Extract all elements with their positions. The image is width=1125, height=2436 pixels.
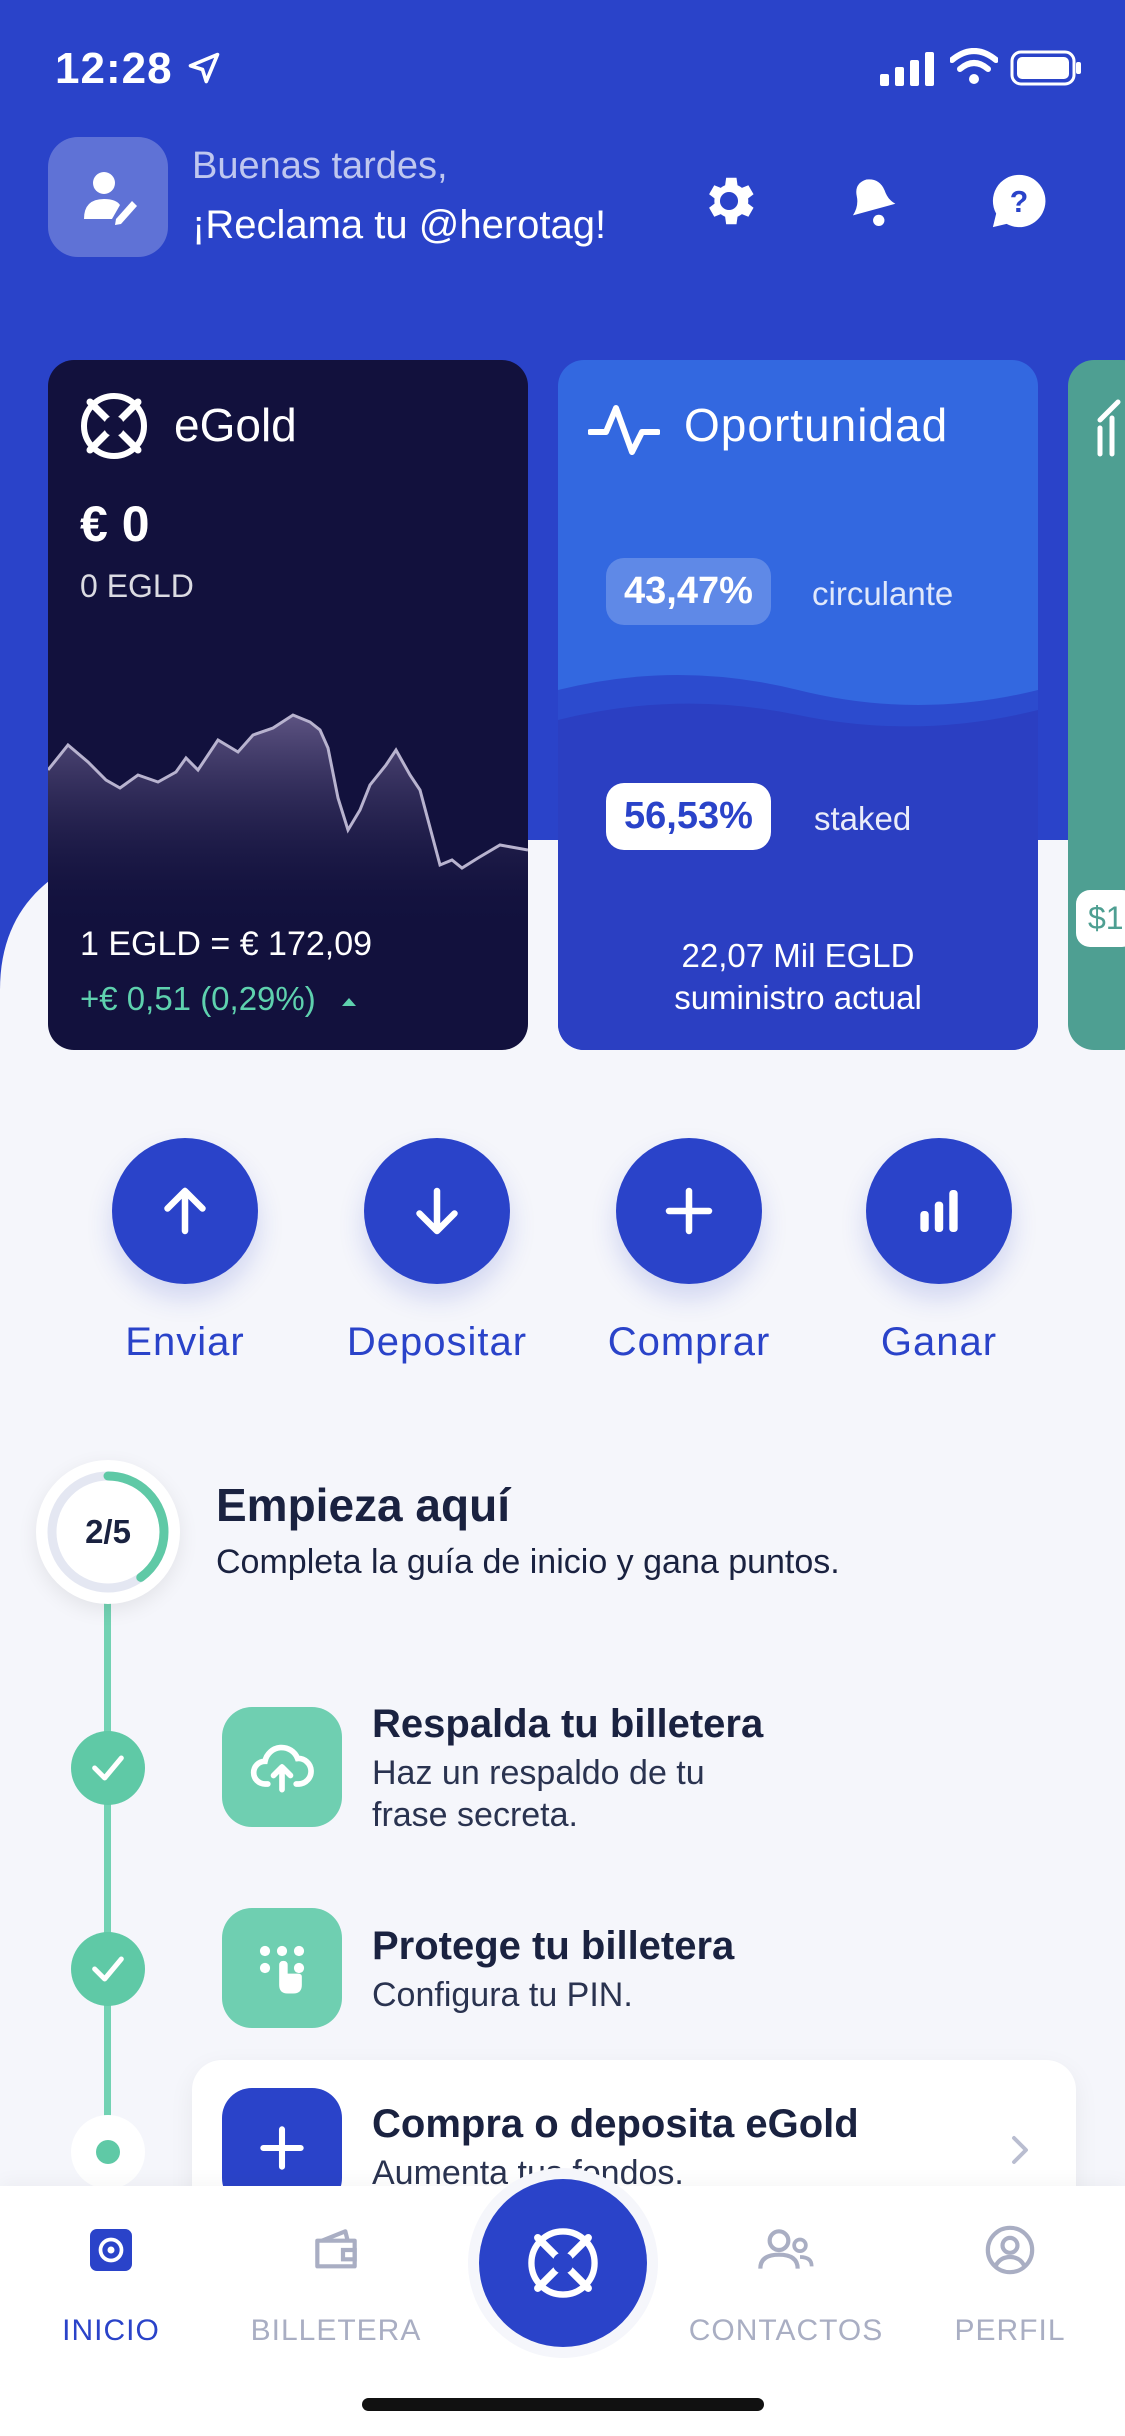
help-button[interactable]: ? [984,166,1054,236]
peek-value-badge: $1 [1076,890,1125,947]
home-indicator [362,2398,764,2411]
arrow-down-icon [416,1187,458,1235]
status-bar: 12:28 [0,0,1125,140]
activity-pulse-icon [588,405,660,455]
deposit-label[interactable]: Depositar [327,1320,547,1365]
egold-balance-token: 0 EGLD [80,568,194,604]
status-time: 12:28 [55,44,173,93]
tab-contactos-label: CONTACTOS [688,2314,884,2347]
buy-step-title: Compra o deposita eGold [372,2102,859,2146]
backup-step-desc-line2: frase secreta. [372,1796,578,1834]
tab-billetera[interactable]: BILLETERA [236,2214,436,2347]
checkmark-icon [92,1755,124,1781]
egold-balance-fiat: € 0 [80,496,150,552]
step-done-check [71,1932,145,2006]
pin-step-icon[interactable] [222,1908,342,2028]
buy-button[interactable] [616,1138,762,1284]
send-button[interactable] [112,1138,258,1284]
wallet-icon [315,2229,357,2269]
help-bubble-icon: ? [992,174,1046,228]
egold-card-title: eGold [174,399,297,451]
arrow-up-icon [164,1187,206,1235]
tab-inicio[interactable]: INICIO [11,2214,211,2347]
greeting-text: Buenas tardes, [192,145,448,187]
egold-price-change: +€ 0,51 (0,29%) [80,980,359,1018]
trend-up-icon [1097,399,1121,457]
guide-progress-text: 2/5 [85,1513,131,1550]
pin-step-title[interactable]: Protege tu billetera [372,1924,734,1969]
elrond-logo-icon [81,393,147,459]
backup-step-desc: Haz un respaldo de tu frase secreta. [372,1752,705,1836]
notifications-button[interactable] [836,166,906,236]
egold-price-change-text: +€ 0,51 (0,29%) [80,980,316,1017]
egold-price-chart [48,713,528,930]
backup-step-title[interactable]: Respalda tu billetera [372,1702,763,1747]
circulating-pct-badge: 43,47% [606,558,771,625]
plus-icon [665,1187,713,1235]
egold-price: 1 EGLD = € 172,09 [80,925,373,963]
claim-herotag-link[interactable]: ¡Reclama tu @herotag! [192,203,606,248]
opportunity-card[interactable]: Oportunidad 43,47% circulante 56,53% sta… [558,360,1038,1050]
backup-step-icon[interactable] [222,1707,342,1827]
safe-icon [90,2229,132,2271]
bell-icon [852,179,896,227]
send-label[interactable]: Enviar [75,1320,295,1365]
deposit-button[interactable] [364,1138,510,1284]
cellular-signal-icon [880,52,934,86]
earn-label[interactable]: Ganar [829,1320,1049,1365]
plus-icon [260,2126,304,2170]
tab-perfil-label: PERFIL [954,2314,1066,2347]
bar-chart-icon [920,1190,958,1232]
profile-icon [985,2225,1035,2275]
backup-step-desc-line1: Haz un respaldo de tu [372,1754,705,1792]
contacts-icon [758,2229,814,2269]
staked-label: staked [814,800,912,837]
settings-button[interactable] [694,166,764,236]
profile-avatar-button[interactable] [48,137,168,257]
buy-label[interactable]: Comprar [579,1320,799,1365]
center-egold-button[interactable] [479,2179,647,2347]
tab-inicio-label: INICIO [62,2314,160,2347]
triangle-up-icon [341,998,356,1006]
guide-progress-ring: 2/5 [36,1460,180,1604]
opportunity-card-title: Oportunidad [684,399,949,451]
supply-value: 22,07 Mil EGLD [681,937,915,974]
checkmark-icon [92,1956,124,1982]
battery-icon [1010,50,1081,86]
staked-pct-badge: 56,53% [606,783,771,850]
tab-contactos[interactable]: CONTACTOS [686,2214,886,2347]
elrond-logo-icon [528,2228,598,2298]
gear-icon [709,177,754,225]
supply-label: suministro actual [674,979,922,1016]
step-pending-marker [71,2115,145,2189]
cloud-upload-icon [250,1744,314,1793]
guide-timeline [104,1600,111,2150]
pin-step-desc: Configura tu PIN. [372,1976,633,2014]
center-action-wrap [468,2168,658,2358]
location-arrow-icon [188,52,220,84]
tab-perfil[interactable]: PERFIL [910,2214,1110,2347]
supply-info: 22,07 Mil EGLD suministro actual [558,935,1038,1019]
circulating-label: circulante [812,575,954,612]
next-card-peek[interactable]: $1 [1068,360,1125,1050]
chevron-right-icon [1012,2136,1028,2164]
step-pending-dot [96,2140,120,2164]
earn-button[interactable] [866,1138,1012,1284]
user-edit-icon [84,172,137,225]
guide-subtitle: Completa la guía de inicio y gana puntos… [216,1543,840,1581]
svg-text:?: ? [1010,186,1028,219]
egold-card[interactable]: eGold € 0 0 EGLD 1 EGLD = € 172,09 +€ 0,… [48,360,528,1050]
pin-keypad-icon [259,1945,305,1994]
step-done-check [71,1731,145,1805]
guide-title: Empieza aquí [216,1479,510,1531]
wifi-icon [950,48,998,84]
tab-billetera-label: BILLETERA [250,2314,422,2347]
